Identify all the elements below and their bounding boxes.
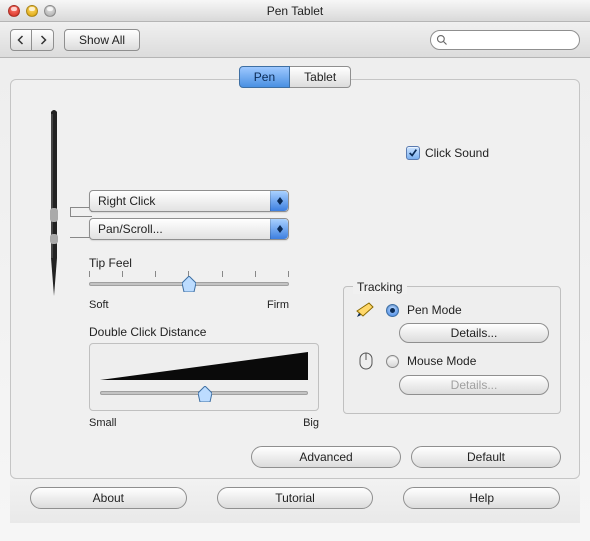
select-arrows-icon [270,191,288,211]
upper-button-select[interactable]: Right Click [89,190,289,212]
pen-mode-details-button[interactable]: Details... [399,323,549,343]
tracking-title: Tracking [353,280,407,294]
window-controls [8,5,56,17]
pen-mode-radio[interactable] [386,304,399,317]
show-all-button[interactable]: Show All [64,29,140,51]
tip-feel-max: Firm [267,299,289,311]
advanced-button[interactable]: Advanced [251,446,401,468]
pen-icon [43,108,65,298]
upper-button-value: Right Click [90,194,270,208]
tip-feel-slider[interactable] [89,274,289,294]
select-arrows-icon [270,219,288,239]
chevron-left-icon [16,35,26,45]
mouse-mode-radio[interactable] [386,355,399,368]
lower-button-select[interactable]: Pan/Scroll... [89,218,289,240]
dcd-thumb [198,386,212,402]
tab-pen[interactable]: Pen [239,66,290,88]
mouse-mode-label: Mouse Mode [407,354,476,368]
search-input[interactable] [430,30,580,50]
help-button[interactable]: Help [403,487,560,509]
search-icon [436,34,448,46]
dcd-max: Big [303,417,319,429]
tip-feel-min: Soft [89,299,109,311]
pen-panel: Right Click Pan/Scroll... Tip Feel [10,79,580,479]
pen-mode-label: Pen Mode [407,303,462,317]
dcd-label: Double Click Distance [89,325,319,339]
tab-tablet[interactable]: Tablet [290,66,351,88]
toolbar: Show All [0,22,590,58]
search-field [430,30,580,50]
minimize-window-button[interactable] [26,5,38,17]
tabstrip: Pen Tablet [10,66,580,90]
chevron-right-icon [38,35,48,45]
tracking-group: Tracking Pen Mode Details... [343,280,561,414]
tip-feel-group: Tip Feel Soft Firm [89,256,289,311]
forward-button[interactable] [32,29,54,51]
pen-tip-icon [355,301,377,319]
content-area: Pen Tablet [0,58,590,541]
dcd-min: Small [89,417,117,429]
click-sound-row: Click Sound [406,146,489,160]
click-sound-label: Click Sound [425,146,489,160]
click-sound-checkbox[interactable] [406,146,420,160]
pen-illustration [29,104,79,429]
double-click-distance-group: Double Click Distance [89,325,319,429]
tutorial-button[interactable]: Tutorial [217,487,374,509]
window-title: Pen Tablet [0,4,590,18]
mouse-icon [358,351,374,371]
default-button[interactable]: Default [411,446,561,468]
dcd-slider[interactable] [100,386,308,400]
tip-feel-label: Tip Feel [89,256,289,270]
lower-button-value: Pan/Scroll... [90,222,270,236]
dcd-wedge-icon [100,352,308,382]
back-button[interactable] [10,29,32,51]
titlebar: Pen Tablet [0,0,590,22]
close-window-button[interactable] [8,5,20,17]
zoom-window-button[interactable] [44,5,56,17]
checkmark-icon [408,148,418,158]
nav-back-forward [10,29,54,51]
about-button[interactable]: About [30,487,187,509]
mouse-mode-details-button: Details... [399,375,549,395]
